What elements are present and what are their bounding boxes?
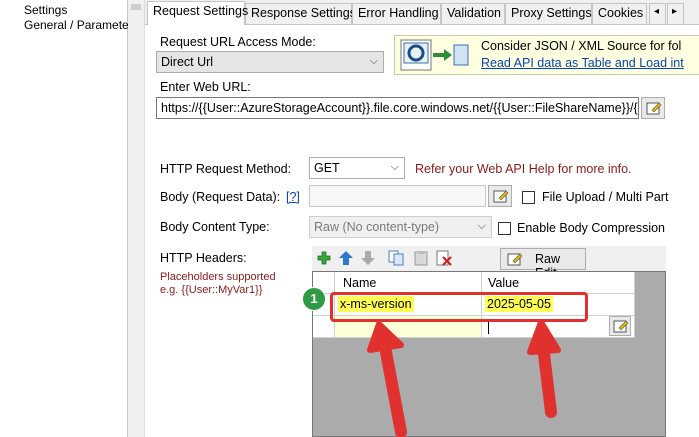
file-upload-label: File Upload / Multi Part bbox=[542, 190, 669, 204]
method-select[interactable]: GET ⌵ bbox=[309, 157, 405, 179]
annotation-highlight-box bbox=[330, 292, 588, 322]
tree-item-general-parameters[interactable]: General / Paramete bbox=[24, 18, 129, 32]
access-mode-select[interactable]: Direct Url ⌵ bbox=[156, 51, 384, 73]
json-xml-source-icon bbox=[400, 39, 469, 71]
vertical-scrollbar[interactable] bbox=[128, 0, 145, 437]
tab-error-handling[interactable]: Error Handling bbox=[352, 3, 441, 24]
column-header-name[interactable]: Name bbox=[335, 272, 482, 294]
edit-icon bbox=[646, 102, 662, 115]
settings-tree: Settings General / Paramete bbox=[0, 0, 129, 437]
content-type-label: Body Content Type: bbox=[160, 220, 270, 234]
url-label: Enter Web URL: bbox=[160, 80, 251, 94]
tab-strip: Request Settings Response Settings Error… bbox=[145, 0, 699, 25]
add-icon[interactable] bbox=[316, 250, 332, 266]
promo-link[interactable]: Read API data as Table and Load int bbox=[481, 56, 684, 70]
value-edit-button[interactable] bbox=[609, 316, 631, 336]
tab-validation[interactable]: Validation bbox=[441, 3, 505, 24]
copy-icon[interactable] bbox=[388, 250, 404, 266]
chevron-down-icon: ⌵ bbox=[369, 55, 378, 67]
move-down-icon[interactable] bbox=[360, 250, 376, 266]
body-input[interactable] bbox=[309, 185, 486, 207]
url-input[interactable]: https://{{User::AzureStorageAccount}}.fi… bbox=[156, 97, 639, 119]
tab-proxy-settings[interactable]: Proxy Settings bbox=[505, 3, 592, 24]
chevron-down-icon: ⌵ bbox=[390, 161, 399, 173]
body-label: Body (Request Data): bbox=[160, 190, 281, 204]
file-upload-checkbox[interactable] bbox=[522, 191, 535, 204]
body-compression-label: Enable Body Compression bbox=[517, 221, 665, 235]
delete-icon[interactable] bbox=[436, 250, 452, 266]
tab-response-settings[interactable]: Response Settings bbox=[245, 3, 356, 24]
content-type-value: Raw (No content-type) bbox=[314, 220, 440, 234]
content-type-select[interactable]: Raw (No content-type) ⌵ bbox=[309, 216, 492, 238]
column-header-value[interactable]: Value bbox=[482, 272, 635, 294]
edit-icon bbox=[507, 253, 523, 266]
chevron-down-icon: ⌵ bbox=[477, 220, 486, 232]
placeholder-note-line-1: Placeholders supported bbox=[160, 271, 276, 283]
tab-scroll-left-button[interactable]: ◂ bbox=[649, 3, 666, 24]
method-value: GET bbox=[314, 161, 340, 175]
url-edit-button[interactable] bbox=[641, 97, 665, 119]
access-mode-label: Request URL Access Mode: bbox=[160, 35, 316, 49]
body-help-link[interactable]: [?] bbox=[286, 190, 300, 204]
method-label: HTTP Request Method: bbox=[160, 162, 292, 176]
raw-edit-button[interactable]: Raw Edit bbox=[500, 248, 586, 280]
promo-line-1: Consider JSON / XML Source for fol bbox=[481, 39, 682, 53]
tree-item-settings[interactable]: Settings bbox=[24, 3, 67, 17]
annotation-step-badge: 1 bbox=[302, 287, 326, 311]
method-hint: Refer your Web API Help for more info. bbox=[415, 162, 632, 176]
headers-label: HTTP Headers: bbox=[160, 251, 247, 265]
promo-box: Consider JSON / XML Source for fol Read … bbox=[394, 35, 699, 75]
move-up-icon[interactable] bbox=[338, 250, 354, 266]
scroll-up-arrow[interactable] bbox=[131, 4, 141, 10]
tab-cookies[interactable]: Cookies bbox=[592, 3, 647, 24]
body-compression-checkbox[interactable] bbox=[498, 222, 511, 235]
tab-request-settings[interactable]: Request Settings bbox=[147, 1, 248, 25]
paste-icon[interactable] bbox=[413, 250, 429, 266]
edit-icon bbox=[493, 190, 509, 203]
placeholder-note-line-2: e.g. {{User::MyVar1}} bbox=[160, 284, 263, 296]
tab-scroll-right-button[interactable]: ▸ bbox=[667, 3, 684, 24]
body-edit-button[interactable] bbox=[488, 185, 512, 207]
access-mode-value: Direct Url bbox=[161, 55, 214, 69]
edit-icon bbox=[613, 320, 629, 333]
